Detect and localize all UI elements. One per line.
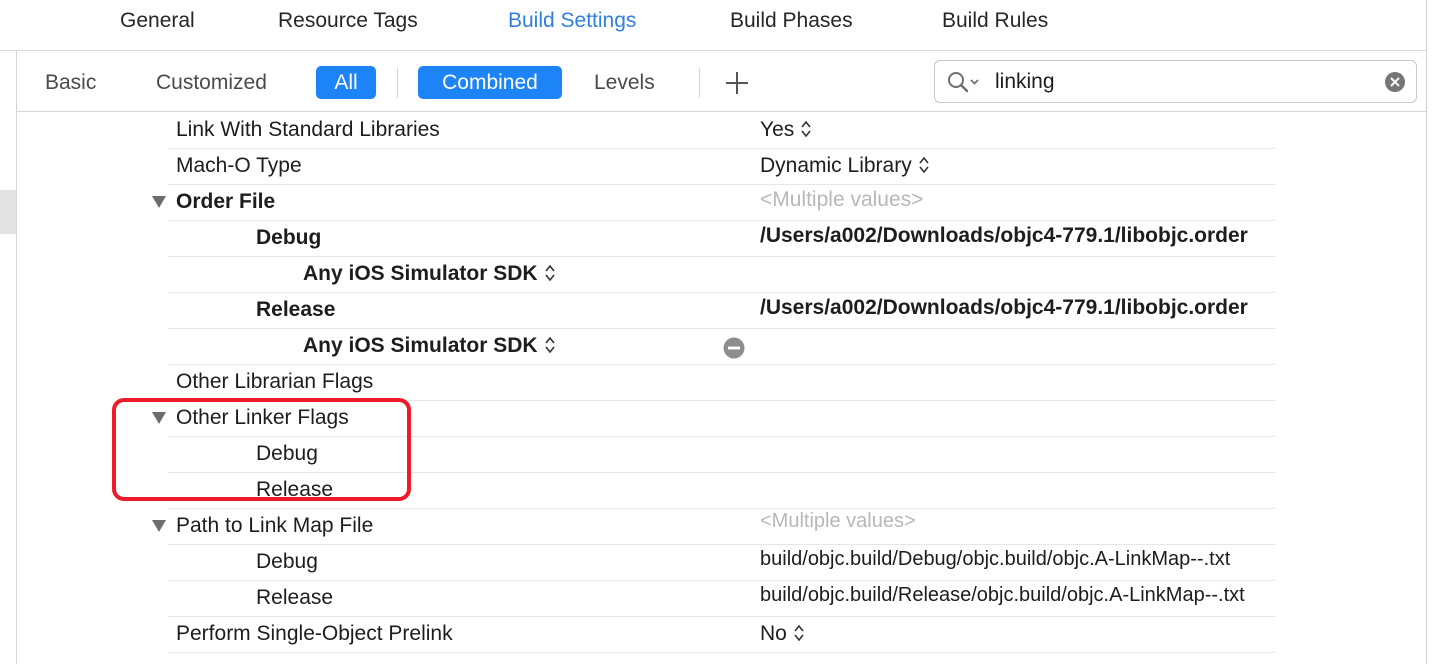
setting-name: Debug: [256, 226, 322, 249]
setting-value-text: Dynamic Library: [760, 154, 912, 177]
filter-all[interactable]: All: [316, 66, 376, 99]
sdk-condition[interactable]: Any iOS Simulator SDK: [303, 262, 556, 286]
filter-separator: [699, 68, 700, 98]
setting-row[interactable]: Release build/objc.build/Release/objc.bu…: [168, 580, 1275, 617]
setting-name: Debug: [256, 550, 318, 573]
setting-value[interactable]: Dynamic Library: [760, 154, 930, 178]
setting-row[interactable]: Mach-O Type Dynamic Library: [168, 148, 1275, 185]
setting-row[interactable]: Perform Single-Object Prelink No: [168, 616, 1275, 653]
search-input[interactable]: linking: [995, 70, 1055, 94]
build-settings-table: Link With Standard Libraries Yes Mach-O …: [17, 112, 1426, 664]
stepper-icon[interactable]: [544, 263, 556, 283]
stepper-icon[interactable]: [800, 119, 812, 139]
setting-row[interactable]: Other Librarian Flags: [168, 364, 1275, 401]
setting-value-text: Yes: [760, 118, 795, 141]
plus-icon[interactable]: [724, 70, 750, 96]
clear-icon[interactable]: [1384, 71, 1406, 93]
stepper-icon[interactable]: [793, 623, 805, 643]
settings-filter-bar: Basic Customized All Combined Levels lin…: [17, 51, 1426, 112]
setting-value[interactable]: Yes: [760, 118, 812, 142]
tab-build-settings[interactable]: Build Settings: [508, 9, 636, 33]
disclosure-triangle-icon[interactable]: [152, 196, 166, 208]
search-field[interactable]: linking: [934, 60, 1417, 103]
editor-right-divider: [1426, 0, 1427, 664]
setting-value-text: No: [760, 622, 787, 645]
setting-name: Release: [256, 586, 334, 609]
disclosure-triangle-icon[interactable]: [152, 520, 166, 532]
setting-row[interactable]: Debug /Users/a002/Downloads/objc4-779.1/…: [168, 220, 1275, 257]
filter-levels[interactable]: Levels: [594, 71, 655, 95]
tab-build-rules[interactable]: Build Rules: [942, 9, 1048, 33]
tab-build-phases[interactable]: Build Phases: [730, 9, 853, 33]
setting-row[interactable]: Link With Standard Libraries Yes: [168, 112, 1275, 149]
stepper-icon[interactable]: [918, 155, 930, 175]
setting-value[interactable]: /Users/a002/Downloads/objc4-779.1/libobj…: [760, 296, 1248, 320]
setting-row[interactable]: Path to Link Map File <Multiple values>: [152, 508, 1275, 545]
filter-customized[interactable]: Customized: [156, 71, 267, 95]
setting-row[interactable]: Any iOS Simulator SDK: [168, 256, 1275, 293]
filter-basic[interactable]: Basic: [45, 71, 96, 95]
setting-value[interactable]: <Multiple values>: [760, 188, 923, 212]
stepper-icon[interactable]: [544, 335, 556, 355]
setting-value[interactable]: build/objc.build/Debug/objc.build/objc.A…: [760, 548, 1230, 571]
setting-value[interactable]: /Users/a002/Downloads/objc4-779.1/libobj…: [760, 224, 1248, 248]
setting-row[interactable]: Debug build/objc.build/Debug/objc.build/…: [168, 544, 1275, 581]
setting-row[interactable]: Order File <Multiple values>: [152, 184, 1275, 221]
sdk-condition[interactable]: Any iOS Simulator SDK: [303, 334, 556, 358]
setting-value[interactable]: build/objc.build/Release/objc.build/objc…: [760, 584, 1245, 607]
setting-row[interactable]: Any iOS Simulator SDK: [168, 328, 1275, 365]
filter-combined[interactable]: Combined: [418, 66, 562, 99]
sdk-condition-label: Any iOS Simulator SDK: [303, 334, 538, 357]
highlight-annotation: [112, 398, 411, 501]
setting-name: Path to Link Map File: [176, 514, 374, 537]
tab-general[interactable]: General: [120, 9, 195, 33]
editor-tab-bar: General Resource Tags Build Settings Bui…: [0, 0, 1426, 51]
build-settings-window: General Resource Tags Build Settings Bui…: [0, 0, 1432, 664]
target-list-selection-stub[interactable]: [0, 190, 16, 234]
setting-value[interactable]: <Multiple values>: [760, 510, 916, 533]
magnifier-icon[interactable]: [947, 71, 981, 93]
setting-name: Other Librarian Flags: [176, 370, 374, 393]
setting-name: Mach-O Type: [176, 154, 302, 177]
setting-row-partial[interactable]: [168, 652, 1275, 664]
tab-resource-tags[interactable]: Resource Tags: [278, 9, 418, 33]
setting-name: Link With Standard Libraries: [176, 118, 440, 141]
setting-value[interactable]: No: [760, 622, 805, 646]
setting-row[interactable]: Release /Users/a002/Downloads/objc4-779.…: [168, 292, 1275, 329]
setting-name: Order File: [176, 190, 276, 213]
filter-separator: [397, 68, 398, 98]
sdk-condition-label: Any iOS Simulator SDK: [303, 262, 538, 285]
setting-name: Release: [256, 298, 336, 321]
setting-name: Perform Single-Object Prelink: [176, 622, 453, 645]
remove-icon[interactable]: [723, 337, 745, 359]
